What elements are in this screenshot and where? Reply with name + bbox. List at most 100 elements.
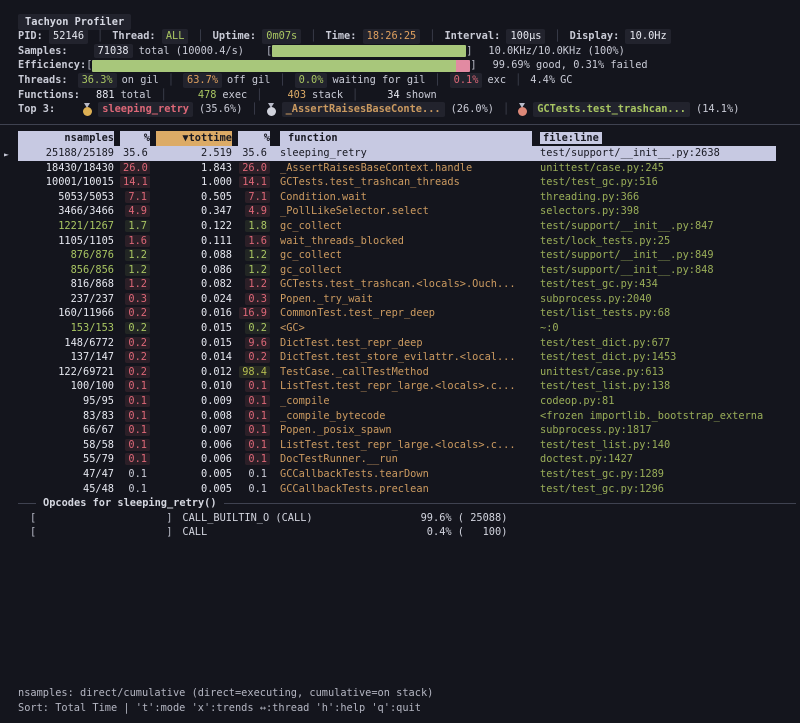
cell-cumulative-pct: 98.4 (238, 365, 270, 380)
cell-file-line: test/list_tests.py:68 (540, 306, 776, 321)
cell-tottime: 0.007 (156, 423, 232, 438)
cell-nsamples: 816/868 (18, 277, 114, 292)
table-row[interactable]: ► 18430/18430 26.0 1.843 26.0 _AssertRai… (0, 161, 800, 176)
table-row[interactable]: ► 100/100 0.1 0.010 0.1 ListTest.test_re… (0, 379, 800, 394)
table-row[interactable]: ► 856/856 1.2 0.086 1.2 gc_collect test/… (0, 263, 800, 278)
cell-direct-pct: 26.0 (120, 161, 150, 176)
table-row[interactable]: ► 47/47 0.1 0.005 0.1 GCCallbackTests.te… (0, 467, 800, 482)
footer-help-line-1: nsamples: direct/cumulative (direct=exec… (0, 686, 800, 701)
table-row[interactable]: ► 25188/25189 35.6 2.519 35.6 sleeping_r… (0, 146, 800, 161)
opcode-bar (38, 527, 164, 539)
cell-tottime: 0.005 (156, 482, 232, 497)
cell-nsamples: 122/69721 (18, 365, 114, 380)
functions-stack-value: 403 (287, 88, 306, 103)
table-row[interactable]: ► 122/69721 0.2 0.012 98.4 TestCase._cal… (0, 365, 800, 380)
display-value: 10.0Hz (625, 29, 670, 44)
thread-value[interactable]: ALL (162, 29, 189, 44)
table-row[interactable]: ► 66/67 0.1 0.007 0.1 Popen._posix_spawn… (0, 423, 800, 438)
bottom-spacer (0, 540, 800, 686)
column-header-cumulative-pct[interactable]: % (238, 131, 270, 146)
cell-cumulative-pct: 9.6 (238, 336, 270, 351)
separator: │ (188, 29, 212, 44)
cell-tottime: 0.015 (156, 336, 232, 351)
cell-function: TestCase._callTestMethod (280, 365, 532, 380)
table-row[interactable]: ► 3466/3466 4.9 0.347 4.9 _PollLikeSelec… (0, 204, 800, 219)
cell-direct-pct: 0.1 (120, 379, 150, 394)
table-row[interactable]: ► 876/876 1.2 0.088 1.2 gc_collect test/… (0, 248, 800, 263)
top3-third-name: GCTests.test_trashcan... (533, 102, 690, 117)
cell-nsamples: 876/876 (18, 248, 114, 263)
cell-file-line: test/test_gc.py:434 (540, 277, 776, 292)
cell-file-line: unittest/case.py:245 (540, 161, 776, 176)
column-header-nsamples[interactable]: nsamples (18, 131, 114, 146)
table-row[interactable]: ► 45/48 0.1 0.005 0.1 GCCallbackTests.pr… (0, 482, 800, 497)
cell-direct-pct: 0.2 (120, 350, 150, 365)
cell-direct-pct: 1.6 (120, 234, 150, 249)
table-row[interactable]: ► 55/79 0.1 0.006 0.1 DocTestRunner.__ru… (0, 452, 800, 467)
table-row[interactable]: ► 237/237 0.3 0.024 0.3 Popen._try_wait … (0, 292, 800, 307)
cell-direct-pct: 14.1 (120, 175, 150, 190)
table-row[interactable]: ► 83/83 0.1 0.008 0.1 _compile_bytecode … (0, 409, 800, 424)
opcode-name: CALL_BUILTIN_O (CALL) (182, 511, 412, 526)
separator-dash (224, 503, 796, 504)
column-header-direct-pct[interactable]: % (120, 131, 150, 146)
cell-direct-pct: 0.2 (120, 321, 150, 336)
cell-function: ListTest.test_repr_large.<locals>.c... (280, 379, 532, 394)
top3-label: Top 3: (18, 102, 55, 117)
threads-waiting-text: waiting for gil (332, 73, 425, 88)
cell-direct-pct: 4.9 (120, 204, 150, 219)
threads-exc-text: exc (487, 73, 506, 88)
cell-tottime: 0.086 (156, 263, 232, 278)
separator: │ (425, 73, 449, 88)
cell-file-line: test/support/__init__.py:849 (540, 248, 776, 263)
table-row[interactable]: ► 153/153 0.2 0.015 0.2 <GC> ~:0 (0, 321, 800, 336)
cell-function: _AssertRaisesBaseContext.handle (280, 161, 532, 176)
table-top-separator (0, 117, 800, 132)
cell-tottime: 0.015 (156, 321, 232, 336)
cell-nsamples: 148/6772 (18, 336, 114, 351)
cell-cumulative-pct: 1.8 (238, 219, 270, 234)
table-row[interactable]: ► 10001/10015 14.1 1.000 14.1 GCTests.te… (0, 175, 800, 190)
time-value: 18:26:25 (363, 29, 421, 44)
table-row[interactable]: ► 5053/5053 7.1 0.505 7.1 Condition.wait… (0, 190, 800, 205)
separator: │ (270, 73, 294, 88)
cell-direct-pct: 1.7 (120, 219, 150, 234)
table-row[interactable]: ► 137/147 0.2 0.014 0.2 DictTest.test_st… (0, 350, 800, 365)
app-title: Tachyon Profiler (18, 14, 131, 31)
cell-nsamples: 137/147 (18, 350, 114, 365)
table-row[interactable]: ► 95/95 0.1 0.009 0.1 _compile codeop.py… (0, 394, 800, 409)
cell-file-line: test/test_gc.py:1296 (540, 482, 776, 497)
cell-tottime: 0.014 (156, 350, 232, 365)
column-header-tottime-sorted[interactable]: ▼tottime (156, 131, 232, 146)
table-row[interactable]: ► 1221/1267 1.7 0.122 1.8 gc_collect tes… (0, 219, 800, 234)
cell-function: DictTest.test_store_evilattr.<local... (280, 350, 532, 365)
cell-cumulative-pct: 0.1 (238, 482, 270, 497)
table-row[interactable]: ► 148/6772 0.2 0.015 9.6 DictTest.test_r… (0, 336, 800, 351)
cell-file-line: test/test_dict.py:1453 (540, 350, 776, 365)
table-row[interactable]: ► 58/58 0.1 0.006 0.1 ListTest.test_repr… (0, 438, 800, 453)
cell-direct-pct: 0.1 (120, 409, 150, 424)
cell-cumulative-pct: 0.1 (238, 452, 270, 467)
cell-function: ListTest.test_repr_large.<locals>.c... (280, 438, 532, 453)
cell-file-line: subprocess.py:1817 (540, 423, 776, 438)
cell-file-line: test/support/__init__.py:847 (540, 219, 776, 234)
cell-nsamples: 58/58 (18, 438, 114, 453)
cell-cumulative-pct: 0.1 (238, 467, 270, 482)
column-header-function[interactable]: function (280, 131, 532, 146)
cell-function: gc_collect (280, 248, 532, 263)
table-row[interactable]: ► 816/868 1.2 0.082 1.2 GCTests.test_tra… (0, 277, 800, 292)
opcode-value: 99.6% ( 25088) (412, 511, 507, 526)
cell-direct-pct: 0.1 (120, 423, 150, 438)
table-row[interactable]: ► 160/11966 0.2 0.016 16.9 CommonTest.te… (0, 306, 800, 321)
cell-cumulative-pct: 0.1 (238, 438, 270, 453)
table-row[interactable]: ► 1105/1105 1.6 0.111 1.6 wait_threads_b… (0, 234, 800, 249)
separator: │ (494, 102, 518, 117)
functions-exec-value: 478 (198, 88, 217, 103)
status-line: PID: 52146 │ Thread: ALL │ Uptime: 0m07s… (0, 29, 800, 44)
column-header-file-line[interactable]: file:line (540, 131, 776, 146)
cell-function: <GC> (280, 321, 532, 336)
opcode-bar (38, 512, 164, 524)
cell-file-line: test/test_dict.py:677 (540, 336, 776, 351)
table-header-row: nsamples % ▼tottime % function file:line (0, 131, 800, 146)
cell-nsamples: 3466/3466 (18, 204, 114, 219)
